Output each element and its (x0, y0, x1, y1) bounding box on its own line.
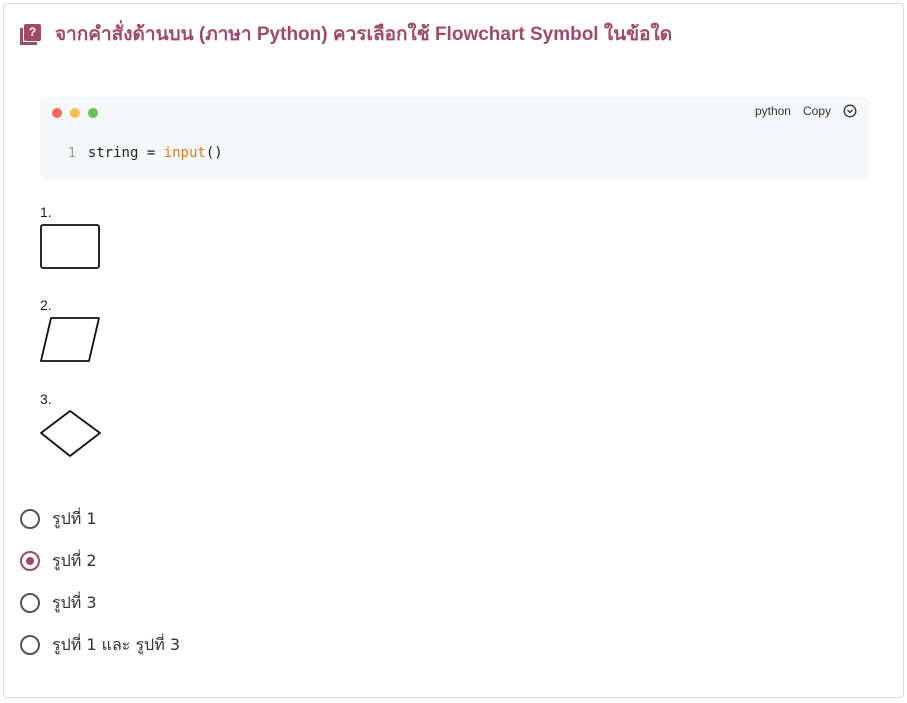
code-line: 1 string = input() (68, 145, 223, 161)
yellow-dot-icon (70, 108, 80, 118)
radio-button[interactable] (20, 509, 40, 529)
choice-3[interactable]: รูปที่ 3 (20, 592, 97, 614)
option-number-2: 2. (40, 297, 52, 313)
code-actions: python Copy (755, 104, 857, 118)
radio-button[interactable] (20, 593, 40, 613)
choice-label: รูปที่ 1 และ รูปที่ 3 (52, 634, 181, 654)
copy-button[interactable]: Copy (803, 104, 831, 118)
code-token-variable: string (87, 145, 139, 161)
radio-button[interactable] (20, 635, 40, 655)
code-token-operator: = (138, 145, 164, 161)
option-number-1: 1. (40, 204, 52, 220)
choice-label: รูปที่ 2 (52, 550, 97, 570)
window-dots (52, 108, 98, 118)
red-dot-icon (52, 108, 62, 118)
chevron-down-circle-icon[interactable] (843, 104, 857, 118)
code-language-label: python (754, 104, 791, 118)
option-number-3: 3. (40, 391, 52, 407)
choice-label: รูปที่ 3 (52, 592, 97, 612)
rectangle-symbol-icon (40, 224, 100, 269)
choice-4[interactable]: รูปที่ 1 และ รูปที่ 3 (20, 634, 180, 656)
diamond-symbol-icon (40, 410, 101, 457)
question-title: จากคำสั่งด้านบน (ภาษา Python) ควรเลือกใช… (55, 24, 673, 45)
choice-label: รูปที่ 1 (52, 508, 97, 528)
parallelogram-symbol-icon (40, 317, 100, 362)
code-token-parens: () (205, 145, 223, 161)
choice-2[interactable]: รูปที่ 2 (20, 550, 97, 572)
line-number: 1 (68, 146, 76, 161)
choice-1[interactable]: รูปที่ 1 (20, 508, 97, 530)
code-block: python Copy 1 string = input() (40, 97, 869, 180)
question-header: ? จากคำสั่งด้านบน (ภาษา Python) ควรเลือก… (20, 21, 672, 47)
green-dot-icon (88, 108, 98, 118)
code-token-function: input (163, 145, 206, 161)
radio-button-selected[interactable] (20, 551, 40, 571)
quiz-icon: ? (20, 23, 41, 45)
